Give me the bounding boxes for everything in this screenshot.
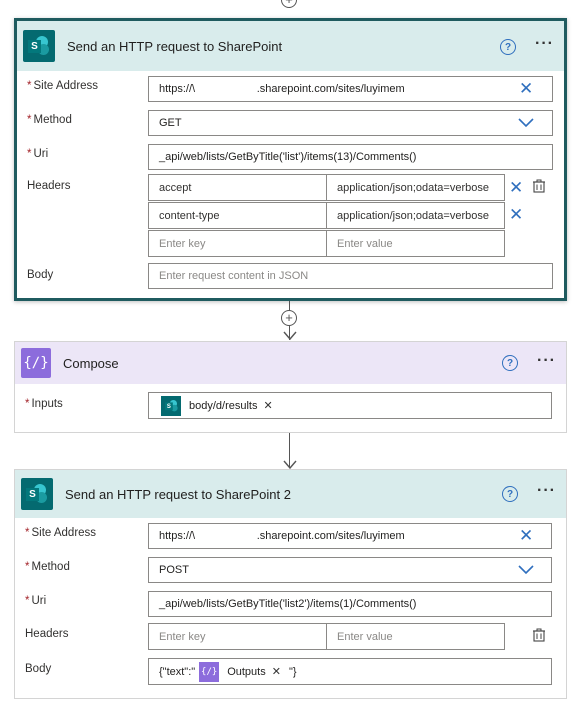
clear-icon[interactable]: ✕ (509, 206, 523, 223)
header-key-input[interactable]: Enter key (148, 230, 327, 257)
action-card-http-sharepoint[interactable]: S Send an HTTP request to SharePoint ? ·… (14, 18, 567, 301)
add-step-icon[interactable]: + (281, 310, 297, 326)
site-address-field[interactable]: https://\ .sharepoint.com/sites/luyimem (148, 523, 552, 549)
header-value-input[interactable]: Enter value (326, 623, 505, 650)
body-suffix-text: "} (288, 665, 297, 678)
arrow-down-icon (283, 331, 297, 341)
compose-icon: {∕} (199, 661, 220, 682)
header-key-field[interactable]: accept (148, 174, 327, 201)
sharepoint-logo-icon: S (23, 30, 55, 62)
card-title: Send an HTTP request to SharePoint 2 (65, 486, 291, 502)
more-icon[interactable]: ··· (537, 352, 556, 370)
action-card-compose[interactable]: {∕} Compose ? ··· * Inputs S body/d/resul… (14, 341, 567, 433)
method-label: * Method (25, 561, 70, 573)
add-step-icon[interactable]: + (281, 0, 297, 8)
card-title: Send an HTTP request to SharePoint (67, 38, 283, 54)
remove-token-icon[interactable]: ✕ (263, 399, 272, 412)
uri-label: * Uri (27, 148, 49, 160)
body-prefix-text: {"text":" (159, 665, 196, 678)
body-label: Body (27, 269, 54, 281)
clear-icon[interactable]: ✕ (509, 179, 523, 196)
token-label: Outputs (227, 665, 266, 678)
sharepoint-logo-icon: S (161, 395, 181, 416)
site-address-field[interactable]: https://\ .sharepoint.com/sites/luyimem (148, 76, 553, 102)
site-address-label: * Site Address (27, 80, 99, 92)
dynamic-content-token[interactable]: S body/d/results ✕ (161, 395, 273, 416)
help-icon[interactable]: ? (500, 39, 516, 55)
card-header[interactable]: S Send an HTTP request to SharePoint ? ·… (17, 21, 564, 71)
clear-icon[interactable]: ✕ (519, 527, 533, 544)
header-value-field[interactable]: application/json;odata=verbose (326, 202, 505, 229)
more-icon[interactable]: ··· (537, 482, 556, 500)
dynamic-content-token[interactable]: {∕} Outputs ✕ (199, 661, 281, 682)
uri-label: * Uri (25, 595, 47, 607)
inputs-label: * Inputs (25, 398, 63, 410)
header-value-field[interactable]: application/json;odata=verbose (326, 174, 505, 201)
sharepoint-logo-icon: S (21, 478, 53, 510)
body-field[interactable]: {"text":" {∕} Outputs ✕ "} (148, 658, 552, 685)
chevron-down-icon[interactable] (518, 118, 534, 128)
body-label: Body (25, 663, 52, 675)
token-label: body/d/results (189, 399, 258, 412)
uri-field[interactable]: _api/web/lists/GetByTitle('list2')/items… (148, 591, 552, 617)
header-key-input[interactable]: Enter key (148, 623, 327, 650)
method-select[interactable]: POST (148, 557, 552, 583)
chevron-down-icon[interactable] (518, 565, 534, 575)
headers-label: Headers (27, 180, 71, 192)
card-header[interactable]: S Send an HTTP request to SharePoint 2 ?… (15, 470, 566, 518)
header-key-field[interactable]: content-type (148, 202, 327, 229)
clear-icon[interactable]: ✕ (519, 80, 533, 97)
method-label: * Method (27, 114, 72, 126)
action-card-http-sharepoint-2[interactable]: S Send an HTTP request to SharePoint 2 ?… (14, 469, 567, 699)
body-field[interactable]: Enter request content in JSON (148, 263, 553, 289)
compose-icon: {∕} (21, 348, 51, 378)
inputs-field[interactable]: S body/d/results ✕ (148, 392, 552, 419)
more-icon[interactable]: ··· (535, 35, 554, 53)
trash-icon[interactable] (532, 179, 546, 193)
headers-label: Headers (25, 628, 69, 640)
card-title: Compose (63, 355, 119, 371)
header-value-input[interactable]: Enter value (326, 230, 505, 257)
method-select[interactable]: GET (148, 110, 553, 136)
help-icon[interactable]: ? (502, 355, 518, 371)
uri-field[interactable]: _api/web/lists/GetByTitle('list')/items(… (148, 144, 553, 170)
site-address-label: * Site Address (25, 527, 97, 539)
card-header[interactable]: {∕} Compose ? ··· (15, 342, 566, 384)
remove-token-icon[interactable]: ✕ (272, 665, 281, 678)
help-icon[interactable]: ? (502, 486, 518, 502)
trash-icon[interactable] (532, 628, 546, 642)
